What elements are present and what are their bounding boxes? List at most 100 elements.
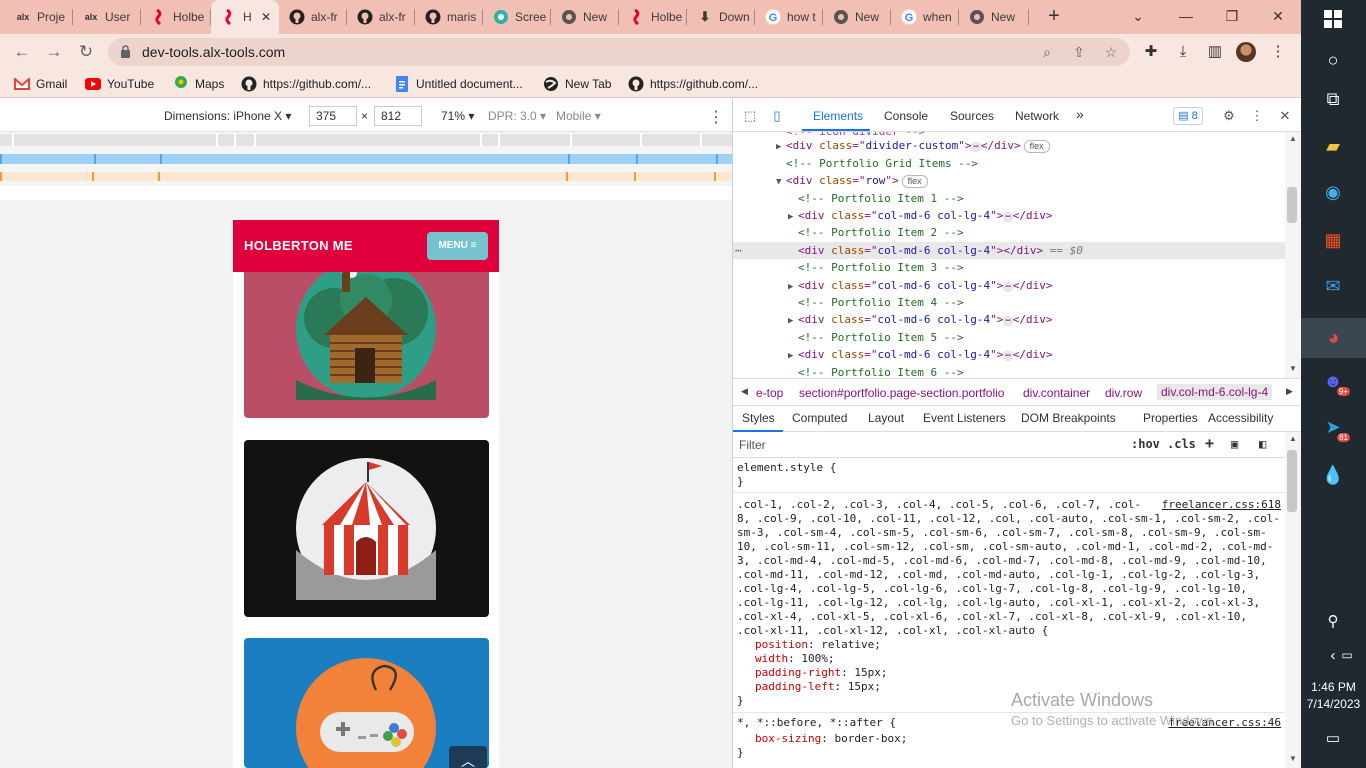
crumb-right-arrow-icon[interactable]: ▶ bbox=[1286, 386, 1293, 397]
bookmark-star-icon[interactable]: ☆ bbox=[1103, 44, 1119, 60]
chrome-menu-icon[interactable]: ⋮ bbox=[1268, 42, 1288, 62]
tab-12[interactable]: New bbox=[823, 0, 891, 34]
dom-node-line[interactable]: ▶ <div class="col-md-6 col-lg-4"> ⋯ </div> bbox=[733, 207, 1285, 224]
node-actions-icon[interactable]: ⋯ bbox=[735, 242, 742, 259]
forward-icon[interactable]: → bbox=[44, 42, 64, 62]
address-bar[interactable]: dev-tools.alx-tools.com ⌕ ⇪ ☆ bbox=[108, 38, 1130, 66]
tab-9[interactable]: Holbe bbox=[619, 0, 687, 34]
notifications-icon[interactable]: ▭ bbox=[1318, 723, 1348, 753]
media-query-bar-orange[interactable] bbox=[0, 172, 732, 181]
media-query-bar-blue[interactable] bbox=[0, 154, 732, 164]
css-declaration[interactable]: padding-left: 15px; bbox=[755, 680, 881, 694]
css-declaration[interactable]: position: relative; bbox=[755, 638, 881, 652]
scroll-to-top-button[interactable]: ︿ bbox=[449, 746, 487, 768]
close-window-icon[interactable]: ✕ bbox=[1268, 6, 1288, 26]
tab-search-chevron-icon[interactable]: ⌄ bbox=[1128, 6, 1148, 26]
tab-console[interactable]: Console bbox=[884, 109, 928, 123]
telegram-icon[interactable]: ➤ 81 bbox=[1318, 412, 1350, 442]
task-view-icon[interactable]: ⧉ bbox=[1318, 84, 1348, 114]
flex-badge[interactable]: flex bbox=[901, 175, 928, 189]
device-toolbar-more-icon[interactable]: ⋮ bbox=[708, 107, 724, 127]
collapsed-children-icon[interactable]: ⋯ bbox=[1003, 281, 1013, 292]
tab-10[interactable]: ⬇ Down bbox=[687, 0, 755, 34]
tab-0[interactable]: alx Proje bbox=[5, 0, 73, 34]
edge-icon[interactable]: ◉ bbox=[1318, 177, 1348, 207]
close-devtools-icon[interactable]: ✕ bbox=[1276, 107, 1294, 125]
styles-tab-5[interactable]: Properties bbox=[1143, 411, 1198, 425]
system-clock[interactable]: 1:46 PM 7/14/2023 bbox=[1301, 679, 1366, 713]
breadcrumb-item[interactable]: div.row bbox=[1105, 386, 1142, 400]
download-icon[interactable]: ⤓ bbox=[1173, 42, 1193, 62]
device-height-input[interactable]: 812 bbox=[374, 106, 422, 126]
media-query-bar-grey[interactable] bbox=[0, 134, 732, 146]
dpr-select[interactable]: DPR: 3.0 ▾ bbox=[488, 109, 546, 123]
dom-node-line[interactable]: <!-- Portfolio Item 6 --> bbox=[733, 364, 1285, 378]
discord-icon[interactable]: ☻ 9+ bbox=[1318, 366, 1350, 396]
mode-select[interactable]: Mobile ▾ bbox=[556, 109, 601, 123]
collapsed-children-icon[interactable]: ⋯ bbox=[971, 142, 981, 153]
bookmark-1[interactable]: YouTube bbox=[85, 76, 154, 92]
tab-sources[interactable]: Sources bbox=[950, 109, 994, 123]
maximize-icon[interactable]: ❐ bbox=[1222, 6, 1242, 26]
zoom-select[interactable]: 71% ▾ bbox=[441, 109, 474, 123]
rule-source-link[interactable]: freelancer.css:618 bbox=[1162, 498, 1281, 512]
dom-node-line[interactable]: ▼ <div class="row"> flex bbox=[733, 172, 1285, 189]
css-declaration[interactable]: box-sizing: border-box; bbox=[755, 732, 907, 746]
styles-tab-2[interactable]: Layout bbox=[868, 411, 904, 425]
dom-node-line[interactable]: <!-- Portfolio Item 1 --> bbox=[733, 190, 1285, 207]
close-tab-icon[interactable]: ✕ bbox=[261, 10, 271, 24]
minimize-icon[interactable]: — bbox=[1176, 6, 1196, 26]
tab-6[interactable]: maris bbox=[415, 0, 483, 34]
tab-network[interactable]: Network bbox=[1015, 109, 1059, 123]
breadcrumb-item[interactable]: section#portfolio.page-section.portfolio bbox=[799, 386, 1004, 400]
extensions-puzzle-icon[interactable]: ✚ bbox=[1141, 42, 1161, 62]
tab-11[interactable]: Ghow t bbox=[755, 0, 823, 34]
css-declaration[interactable]: padding-right: 15px; bbox=[755, 666, 887, 680]
dom-node-line[interactable]: <!-- Portfolio Grid Items --> bbox=[733, 155, 1285, 172]
hov-toggle[interactable]: :hov bbox=[1131, 437, 1160, 451]
new-tab-button[interactable]: + bbox=[1043, 5, 1065, 27]
dom-node-line[interactable]: <!-- Portfolio Item 3 --> bbox=[733, 259, 1285, 276]
device-dimensions-select[interactable]: Dimensions: iPhone X ▾ bbox=[164, 109, 291, 123]
profile-avatar[interactable] bbox=[1236, 42, 1256, 62]
dom-node-line[interactable]: <!-- Portfolio Item 2 --> bbox=[733, 224, 1285, 241]
bookmark-4[interactable]: Untitled document... bbox=[394, 76, 523, 92]
styles-tab-0[interactable]: Styles bbox=[742, 411, 775, 425]
bookmark-0[interactable]: Gmail bbox=[14, 76, 67, 92]
portfolio-item-circus-tent[interactable] bbox=[244, 440, 489, 617]
inspect-element-icon[interactable]: ⬚ bbox=[741, 107, 759, 125]
share-icon[interactable]: ⇪ bbox=[1071, 44, 1087, 60]
tab-elements[interactable]: Elements bbox=[813, 109, 863, 123]
reload-icon[interactable]: ↻ bbox=[76, 42, 96, 62]
device-toggle-icon[interactable]: ▯ bbox=[768, 107, 786, 125]
portfolio-item-game-controller[interactable]: ︿ bbox=[244, 638, 489, 768]
dom-node-line[interactable]: ⋯ <div class="col-md-6 col-lg-4"></div> =… bbox=[733, 241, 1285, 259]
styles-tab-3[interactable]: Event Listeners bbox=[923, 411, 1006, 425]
styles-tab-1[interactable]: Computed bbox=[792, 411, 847, 425]
people-icon[interactable]: ⚲ bbox=[1318, 606, 1348, 636]
dom-node-line[interactable]: ▶ <div class="divider-custom"> ⋯ </div> flex bbox=[733, 137, 1285, 154]
breadcrumb-item[interactable]: div.container bbox=[1023, 386, 1090, 400]
collapsed-children-icon[interactable]: ⋯ bbox=[1003, 351, 1013, 362]
bookmark-6[interactable]: https://github.com/... bbox=[628, 76, 758, 92]
tab-4[interactable]: alx-fr bbox=[279, 0, 347, 34]
styles-tab-6[interactable]: Accessibility bbox=[1208, 411, 1273, 425]
back-icon[interactable]: ← bbox=[12, 42, 32, 62]
tab-1[interactable]: alx User bbox=[73, 0, 141, 34]
chrome-taskbar-icon[interactable]: ◕ bbox=[1301, 318, 1366, 358]
windows-start-icon[interactable] bbox=[1318, 4, 1348, 34]
sidebar-toggle-icon[interactable]: ◧ bbox=[1259, 437, 1266, 451]
styles-scrollbar[interactable]: ▲ ▼ bbox=[1285, 432, 1301, 768]
breadcrumb-item[interactable]: div.col-md-6.col-lg-4 bbox=[1157, 384, 1273, 400]
dom-scrollbar[interactable]: ▲ ▼ bbox=[1285, 132, 1301, 378]
cls-toggle[interactable]: .cls bbox=[1167, 437, 1196, 451]
site-brand[interactable]: HOLBERTON ME bbox=[244, 238, 353, 253]
dom-node-line[interactable]: ▶ <div class="col-md-6 col-lg-4"> ⋯ </div> bbox=[733, 346, 1285, 363]
more-tabs-icon[interactable]: » bbox=[1076, 106, 1084, 122]
paint-icon[interactable]: ▣ bbox=[1231, 437, 1238, 451]
bookmark-2[interactable]: Maps bbox=[173, 76, 224, 92]
css-declaration[interactable]: width: 100%; bbox=[755, 652, 835, 666]
styles-tab-4[interactable]: DOM Breakpoints bbox=[1021, 411, 1116, 425]
devtools-menu-icon[interactable]: ⋮ bbox=[1248, 107, 1266, 125]
tab-3[interactable]: H ✕ bbox=[211, 0, 279, 34]
